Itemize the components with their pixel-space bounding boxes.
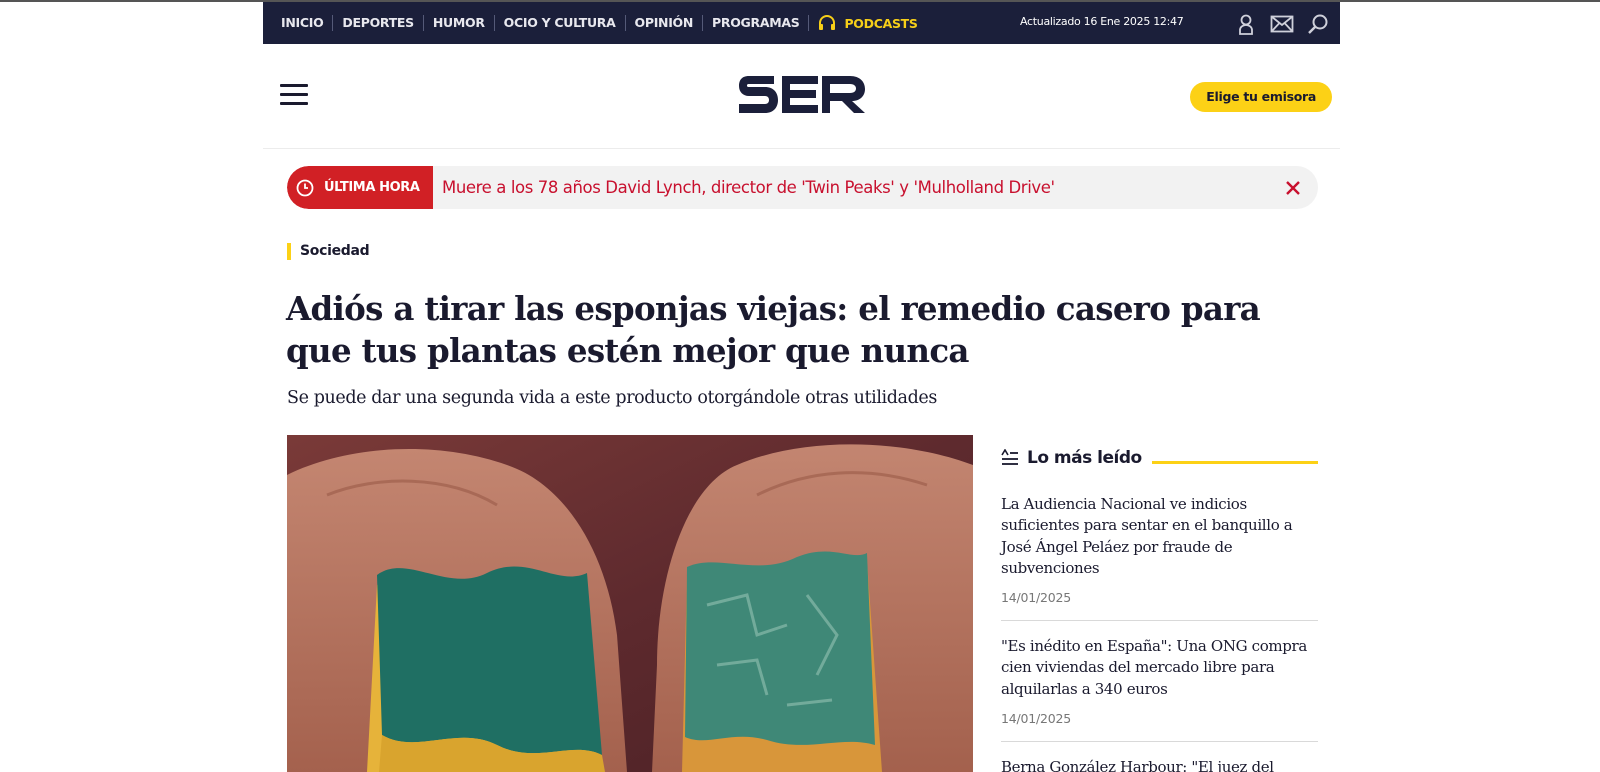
most-read-item[interactable]: La Audiencia Nacional ve indicios sufici… — [1001, 473, 1318, 622]
site-header: Elige tu emisora — [263, 44, 1340, 149]
nav-item-opinion[interactable]: OPINIÓN — [626, 15, 704, 31]
main-nav: INICIO DEPORTES HUMOR OCIO Y CULTURA OPI… — [263, 2, 918, 44]
search-icon[interactable] — [1306, 12, 1330, 36]
sponges-photo — [287, 435, 973, 772]
most-read-header: Lo más leído — [1001, 443, 1318, 473]
article-subtitle: Se puede dar una segunda vida a este pro… — [287, 388, 937, 408]
user-icon[interactable] — [1234, 12, 1258, 36]
top-icons — [1234, 12, 1330, 36]
most-read-underline — [1151, 460, 1318, 464]
elige-emisora-button[interactable]: Elige tu emisora — [1190, 82, 1332, 112]
nav-item-ocio-y-cultura[interactable]: OCIO Y CULTURA — [495, 15, 626, 31]
breaking-news-text[interactable]: Muere a los 78 años David Lynch, directo… — [442, 178, 1055, 197]
most-read-title: Lo más leído — [1027, 448, 1142, 468]
breaking-news-label: ÚLTIMA HORA — [324, 180, 420, 195]
nav-item-programas[interactable]: PROGRAMAS — [703, 15, 810, 31]
article-image — [287, 435, 973, 772]
nav-item-humor[interactable]: HUMOR — [424, 15, 495, 31]
close-icon[interactable] — [1284, 179, 1302, 197]
most-read-item[interactable]: "Es inédito en España": Una ONG compra c… — [1001, 621, 1318, 743]
ser-logo[interactable] — [738, 74, 866, 121]
list-icon — [1001, 449, 1018, 465]
nav-item-deportes[interactable]: DEPORTES — [333, 15, 424, 31]
most-read-item-title[interactable]: Berna González Harbour: "El juez del — [1001, 757, 1318, 772]
breaking-news-tag: ÚLTIMA HORA — [287, 166, 433, 209]
breaking-news-banner[interactable]: ÚLTIMA HORA Muere a los 78 años David Ly… — [287, 166, 1318, 209]
logo-graphic — [739, 76, 865, 113]
podcasts-label: PODCASTS — [844, 15, 918, 31]
headphones-icon — [819, 15, 836, 30]
most-read-item[interactable]: Berna González Harbour: "El juez del — [1001, 742, 1318, 772]
section-tag[interactable]: Sociedad — [287, 243, 370, 260]
clock-icon — [296, 179, 314, 196]
most-read-item-date: 14/01/2025 — [1001, 590, 1072, 606]
menu-icon[interactable] — [280, 84, 308, 108]
most-read-item-title[interactable]: La Audiencia Nacional ve indicios sufici… — [1001, 494, 1318, 579]
most-read-item-title[interactable]: "Es inédito en España": Una ONG compra c… — [1001, 636, 1318, 700]
most-read-item-date: 14/01/2025 — [1001, 711, 1072, 727]
nav-item-inicio[interactable]: INICIO — [281, 15, 334, 31]
article-headline: Adiós a tirar las esponjas viejas: el re… — [286, 289, 1261, 370]
top-nav-bar: INICIO DEPORTES HUMOR OCIO Y CULTURA OPI… — [263, 2, 1340, 44]
last-updated: Actualizado 16 Ene 2025 12:47 — [1020, 15, 1184, 28]
most-read-sidebar: Lo más leído La Audiencia Nacional ve in… — [1001, 443, 1318, 772]
nav-item-podcasts[interactable]: PODCASTS — [809, 15, 918, 31]
mail-icon[interactable] — [1270, 12, 1294, 36]
